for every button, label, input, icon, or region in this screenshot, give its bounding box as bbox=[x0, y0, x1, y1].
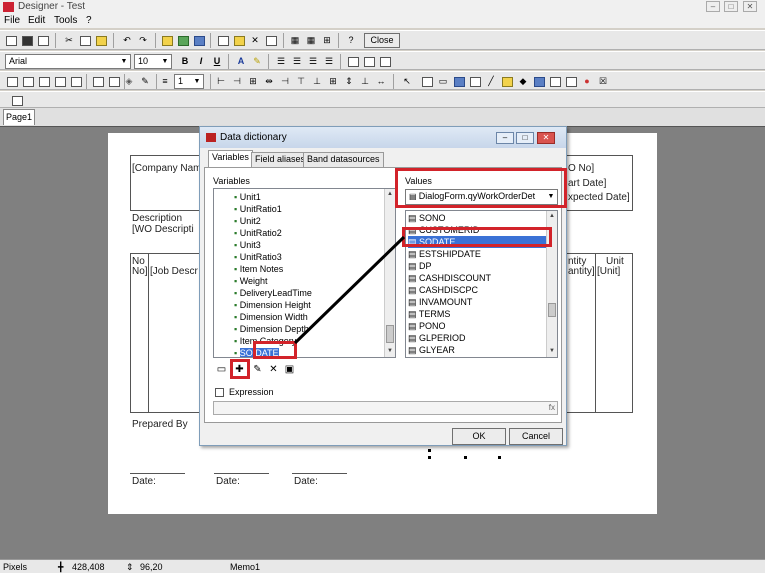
annotation-connector bbox=[293, 235, 406, 345]
connector-line bbox=[293, 235, 406, 345]
